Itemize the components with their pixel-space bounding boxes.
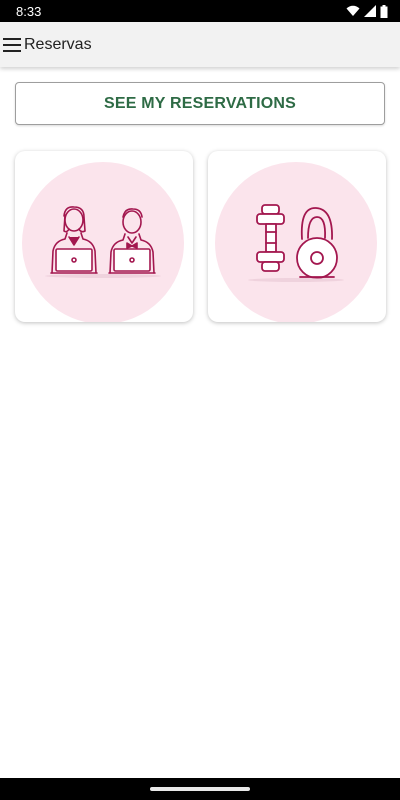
see-my-reservations-button[interactable]: SEE MY RESERVATIONS (15, 82, 385, 125)
status-icons (346, 4, 388, 18)
app-bar: Reservas (0, 22, 400, 67)
gym-card[interactable] (208, 151, 386, 322)
status-bar: 8:33 (0, 0, 400, 22)
coworking-card[interactable] (15, 151, 193, 322)
navigation-bar (0, 778, 400, 800)
battery-icon (380, 4, 388, 18)
home-gesture-handle[interactable] (150, 787, 250, 791)
status-time: 8:33 (16, 3, 42, 19)
dumbbell-kettlebell-illustration (215, 162, 377, 322)
wifi-icon (346, 5, 360, 16)
signal-icon (364, 5, 376, 17)
coworking-people-laptops-illustration (22, 162, 184, 322)
hamburger-menu-icon[interactable] (3, 37, 21, 52)
page-title: Reservas (24, 35, 92, 53)
